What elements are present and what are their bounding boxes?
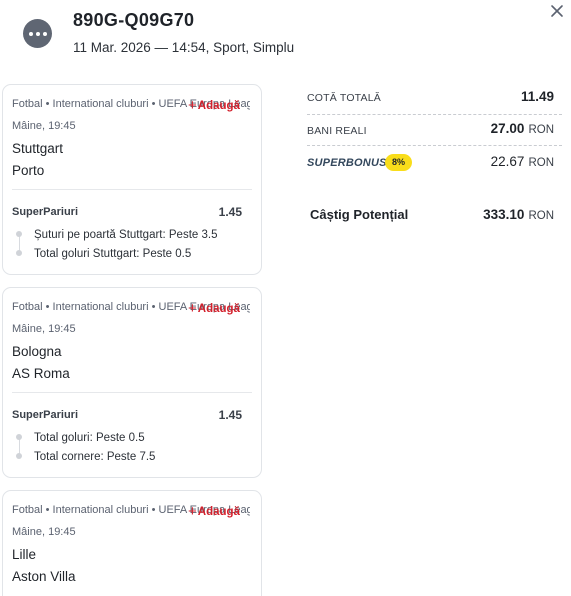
market-odd: 1.45: [218, 205, 242, 219]
close-icon[interactable]: [548, 2, 566, 20]
more-horizontal-icon: [28, 31, 33, 36]
add-button[interactable]: +Adaugă: [188, 96, 240, 114]
bullet-icon: [16, 434, 22, 440]
divider: [12, 392, 252, 393]
currency-label: RON: [528, 124, 554, 136]
ticket-meta: 11 Mar. 2026 — 14:54, Sport, Simplu: [73, 40, 295, 55]
market-name: SuperPariuri: [12, 206, 79, 218]
ticket-header: 890G-Q09G70 11 Mar. 2026 — 14:54, Sport,…: [0, 0, 571, 72]
potential-win-label: Câștig Potențial: [310, 207, 409, 222]
more-options-button[interactable]: [23, 19, 52, 48]
bullet-icon: [16, 250, 22, 256]
divider: [307, 145, 562, 146]
away-team: Aston Villa: [12, 569, 76, 584]
bullet-icon: [16, 231, 22, 237]
superbonus-label: SUPERBONUS: [307, 157, 387, 169]
event-card: Fotbal • International cluburi • UEFA Eu…: [2, 287, 262, 478]
real-money-value: 27.00: [490, 121, 525, 136]
total-odds-value: 11.49: [520, 89, 554, 104]
divider: [12, 189, 252, 190]
superbonus-value: 22.67: [490, 154, 525, 169]
add-button[interactable]: +Adaugă: [188, 502, 240, 520]
event-time: Mâine, 19:45: [12, 526, 76, 538]
selection-item: Total goluri Stuttgart: Peste 0.5: [16, 248, 191, 260]
market-name: SuperPariuri: [12, 409, 79, 421]
divider: [307, 114, 562, 115]
selection-item: Total cornere: Peste 7.5: [16, 451, 155, 463]
plus-icon: +: [188, 97, 197, 114]
event-time: Mâine, 19:45: [12, 120, 76, 132]
selection-item: Total goluri: Peste 0.5: [16, 432, 145, 444]
event-card: Fotbal • International cluburi • UEFA Eu…: [2, 84, 262, 275]
away-team: Porto: [12, 163, 45, 178]
home-team: Bologna: [12, 344, 62, 359]
total-odds-label: COTĂ TOTALĂ: [307, 92, 381, 104]
plus-icon: +: [188, 503, 197, 520]
currency-label: RON: [528, 157, 554, 169]
superbonus-badge: 8%: [385, 154, 412, 171]
selection-item: Șuturi pe poartă Stuttgart: Peste 3.5: [16, 229, 217, 241]
add-button[interactable]: +Adaugă: [188, 299, 240, 317]
home-team: Stuttgart: [12, 141, 64, 156]
ticket-id: 890G-Q09G70: [73, 10, 195, 30]
away-team: AS Roma: [12, 366, 70, 381]
real-money-label: BANI REALI: [307, 125, 367, 137]
currency-label: RON: [528, 210, 554, 222]
event-time: Mâine, 19:45: [12, 323, 76, 335]
plus-icon: +: [188, 300, 197, 317]
home-team: Lille: [12, 547, 37, 562]
market-odd: 1.45: [218, 408, 242, 422]
bullet-icon: [16, 453, 22, 459]
event-card: Fotbal • International cluburi • UEFA Eu…: [2, 490, 262, 596]
potential-win-value: 333.10: [483, 207, 525, 222]
